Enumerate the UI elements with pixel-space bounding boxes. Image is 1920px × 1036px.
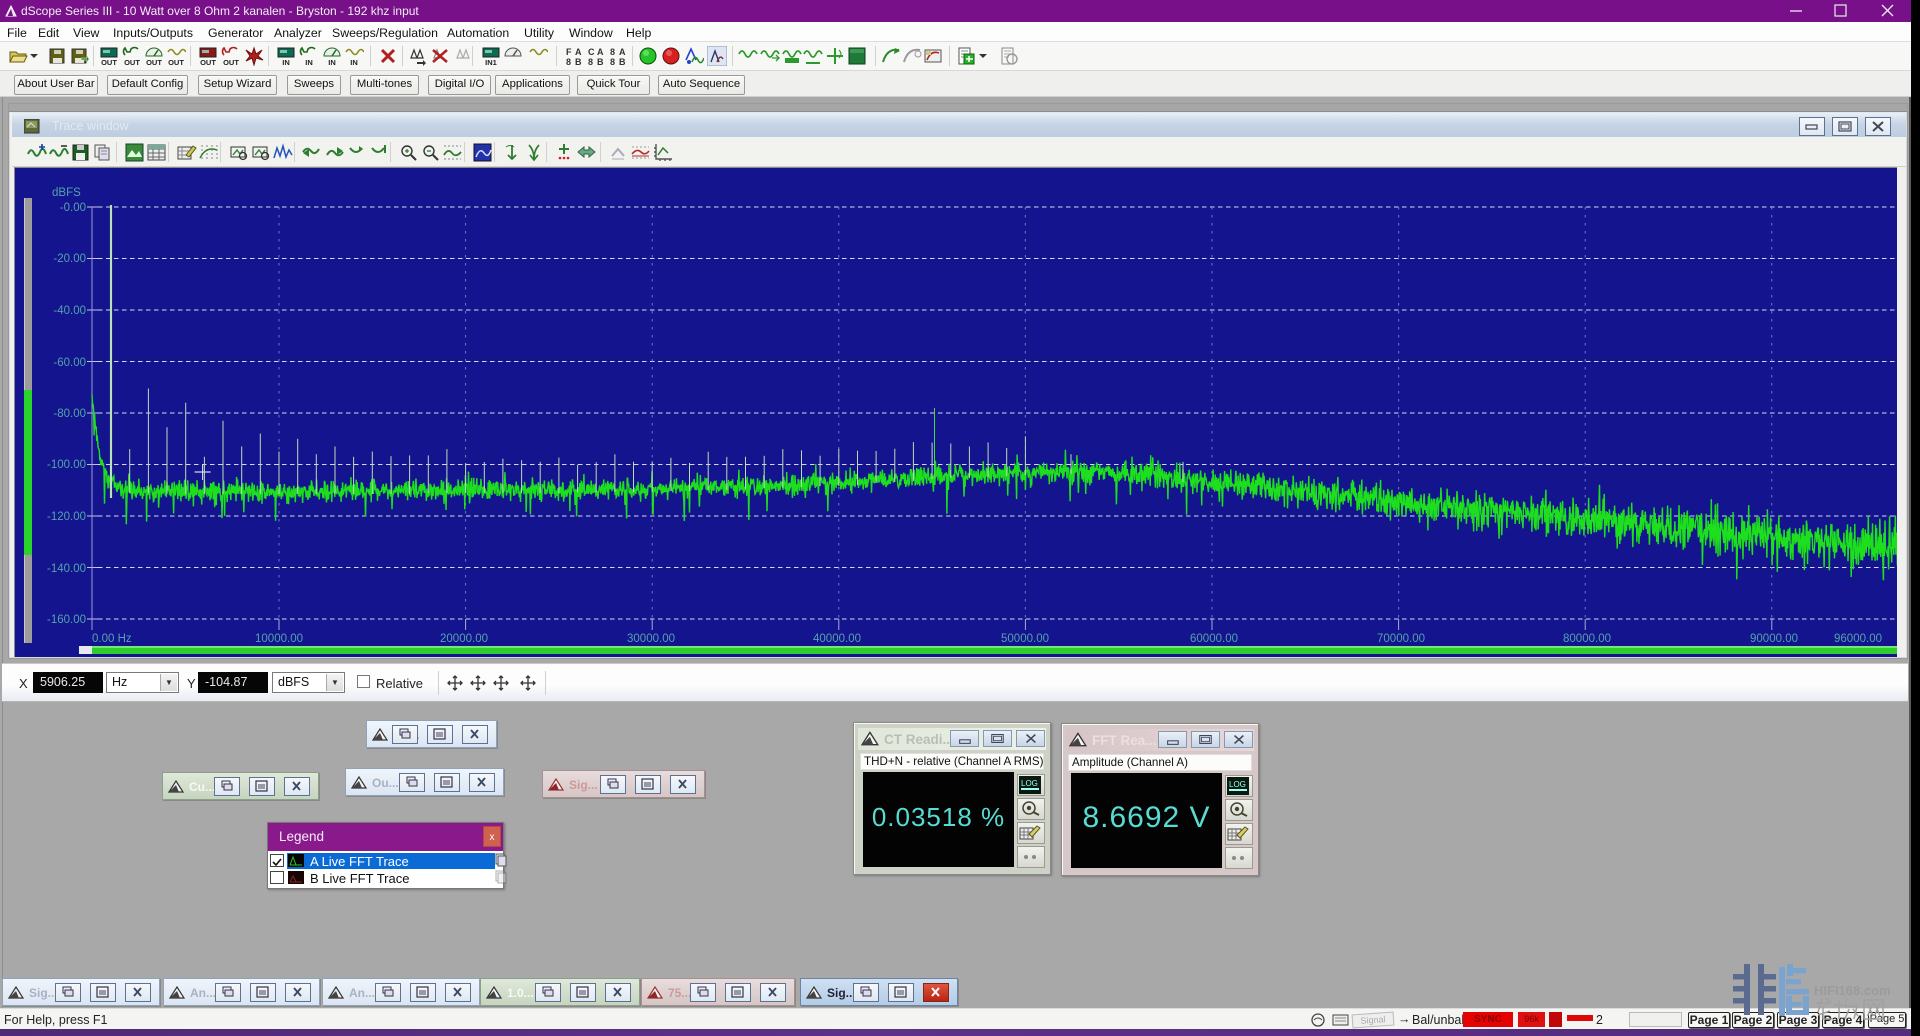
svg-text:0.00 Hz: 0.00 Hz <box>92 633 132 645</box>
svg-text:-40.00: -40.00 <box>53 305 86 317</box>
svg-text:8: 8 <box>610 47 615 57</box>
svg-text:C: C <box>588 47 595 57</box>
svg-text:LOG: LOG <box>1229 780 1246 789</box>
svg-text:40000.00: 40000.00 <box>813 633 861 645</box>
svg-text:-120.00: -120.00 <box>47 511 86 523</box>
svg-text:IN: IN <box>328 58 336 66</box>
svg-text:OUT: OUT <box>146 58 162 66</box>
svg-text:IN: IN <box>350 58 358 66</box>
svg-text:10000.00: 10000.00 <box>255 633 303 645</box>
svg-text:OUT: OUT <box>200 58 216 66</box>
svg-text:B: B <box>619 57 626 66</box>
svg-text:A: A <box>597 47 604 57</box>
svg-text:-80.00: -80.00 <box>53 408 86 420</box>
svg-text:LOG: LOG <box>1021 779 1038 788</box>
svg-text:90000.00: 90000.00 <box>1750 633 1798 645</box>
svg-text:70000.00: 70000.00 <box>1377 633 1425 645</box>
svg-text:80000.00: 80000.00 <box>1563 633 1611 645</box>
svg-text:-60.00: -60.00 <box>53 357 86 369</box>
svg-text:8: 8 <box>588 57 593 66</box>
svg-text:-0.00: -0.00 <box>60 202 86 214</box>
svg-text:HIFI168.com: HIFI168.com <box>1814 983 1891 998</box>
svg-text:OUT: OUT <box>124 58 140 66</box>
svg-text:-20.00: -20.00 <box>53 253 86 265</box>
svg-text:50000.00: 50000.00 <box>1001 633 1049 645</box>
svg-text:A: A <box>619 47 626 57</box>
svg-text:F: F <box>566 47 572 57</box>
svg-text:IN: IN <box>305 58 313 66</box>
svg-text:-140.00: -140.00 <box>47 563 86 575</box>
svg-text:8: 8 <box>610 57 615 66</box>
svg-text:A: A <box>575 47 582 57</box>
svg-text:8: 8 <box>566 57 571 66</box>
svg-text:20000.00: 20000.00 <box>440 633 488 645</box>
svg-text:IN1: IN1 <box>485 58 497 66</box>
svg-text:-100.00: -100.00 <box>47 459 86 471</box>
svg-text:IN: IN <box>282 58 290 66</box>
svg-text:B: B <box>597 57 604 66</box>
svg-text:OUT: OUT <box>168 58 184 66</box>
svg-text:30000.00: 30000.00 <box>627 633 675 645</box>
svg-text:OUT: OUT <box>223 58 239 66</box>
svg-text:OUT: OUT <box>101 58 117 66</box>
svg-text:dBFS: dBFS <box>52 187 81 199</box>
svg-text:60000.00: 60000.00 <box>1190 633 1238 645</box>
svg-text:-160.00: -160.00 <box>47 614 86 626</box>
svg-text:B: B <box>575 57 582 66</box>
svg-text:96000.00: 96000.00 <box>1834 633 1882 645</box>
